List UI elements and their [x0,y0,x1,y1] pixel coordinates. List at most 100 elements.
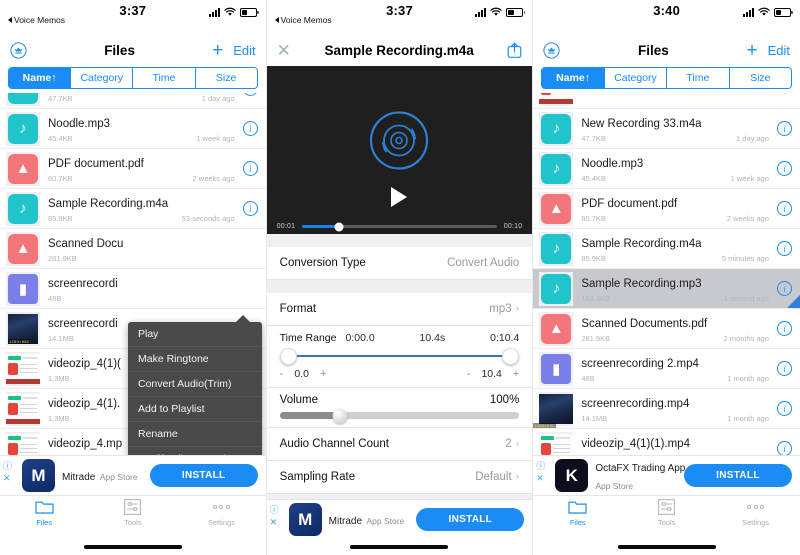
table-row[interactable]: ♪ Noodle.mp3 45.4KB 1 week ago i [533,149,800,189]
info-icon[interactable]: i [242,201,258,216]
share-icon[interactable] [507,42,522,58]
ad-banner[interactable]: ⓘ ✕ M Mitrade App Store INSTALL [0,455,266,495]
start-minus-button[interactable]: - [280,368,284,380]
menu-item-add-to-playlist[interactable]: Add to Playlist [128,397,262,422]
menu-item-make-ringtone[interactable]: Make Ringtone [128,347,262,372]
sort-tab-name[interactable]: Name↑ [9,68,72,88]
info-icon[interactable]: i [242,121,258,136]
play-button[interactable] [391,187,408,207]
info-icon[interactable]: i [242,93,258,96]
table-row-selected[interactable]: ♪ Sample Recording.mp3 163.3KB 1 second … [533,269,800,309]
status-back-app[interactable]: Voice Memos [274,15,332,25]
table-row[interactable]: videozip_4(1)(1).mp4 1.3MB 3 weeks ago i [533,429,800,455]
sort-tab-time[interactable]: Time [667,68,730,88]
sort-tab-size[interactable]: Size [729,68,791,88]
progress-knob[interactable] [334,222,344,231]
ad-info-icon[interactable]: ⓘ [536,462,545,471]
info-icon[interactable]: i [776,401,792,416]
table-row[interactable]: ▲ Scanned Docu 281.9KB [0,229,266,269]
table-row[interactable]: ♪ New Recording 33.m4a 47.7KB 1 day ago … [533,109,800,149]
info-icon[interactable]: i [776,241,792,256]
list-item-partial[interactable]: 24.6KB 1 week ago [533,93,800,109]
row-audio-channel-count[interactable]: Audio Channel Count 2 › [266,428,533,461]
row-conversion-type[interactable]: Conversion Type Convert Audio [266,247,533,280]
volume-knob[interactable] [332,408,348,423]
table-row[interactable]: ▮ screenrecordi 48B [0,269,266,309]
ad-controls[interactable]: ⓘ ✕ [3,462,12,483]
range-end-handle[interactable] [502,347,520,365]
info-icon[interactable]: i [776,161,792,176]
table-row[interactable]: 1280×982 screenrecording.mp4 14.1MB 1 mo… [533,389,800,429]
info-icon[interactable]: i [776,281,792,296]
menu-item-play[interactable]: Play [128,322,262,347]
tab-tools[interactable]: Tools [89,499,178,539]
sort-tab-name[interactable]: Name↑ [542,68,605,88]
install-button[interactable]: INSTALL [683,464,792,487]
time-range-slider[interactable] [279,345,520,367]
playback-scrubber[interactable]: 00:01 00:10 [267,222,533,231]
sort-tab-time[interactable]: Time [133,68,196,88]
status-back-app[interactable]: Voice Memos [8,15,65,25]
info-icon[interactable]: i [776,321,792,336]
end-plus-button[interactable]: + [513,368,519,380]
end-minus-button[interactable]: - [467,368,471,380]
info-icon[interactable]: i [776,361,792,376]
ad-close-icon[interactable]: ✕ [536,474,545,483]
battery-icon [239,7,259,17]
row-format[interactable]: Format mp3 › [266,293,533,326]
ad-controls[interactable]: ⓘ ✕ [270,506,279,527]
ad-info-icon[interactable]: ⓘ [270,506,279,515]
menu-item-modify-file-extension[interactable]: Modify File Extension [128,447,262,455]
end-stepper[interactable]: - 10.4 + [467,368,520,380]
menu-item-convert-audio-trim[interactable]: Convert Audio(Trim) [128,372,262,397]
crown-premium-icon[interactable] [10,41,27,59]
ad-close-icon[interactable]: ✕ [270,518,279,527]
info-icon[interactable]: i [776,441,792,455]
volume-slider[interactable] [279,408,520,423]
row-sampling-rate[interactable]: Sampling Rate Default › [266,461,533,494]
start-stepper[interactable]: - 0.0 + [280,368,327,380]
ad-info-icon[interactable]: ⓘ [3,462,12,471]
tab-files[interactable]: Files [533,499,622,539]
info-icon[interactable]: i [776,121,792,136]
progress-track[interactable] [302,222,497,231]
ad-controls[interactable]: ⓘ ✕ [536,462,545,483]
add-icon[interactable]: + [212,41,223,60]
file-list[interactable]: ♪ New Recording 33.m4a 47.7KB 1 day ago … [0,93,266,455]
menu-item-rename[interactable]: Rename [128,422,262,447]
crown-premium-icon[interactable] [543,41,560,59]
install-button[interactable]: INSTALL [416,508,525,531]
context-menu[interactable]: Play Make Ringtone Convert Audio(Trim) A… [128,315,262,455]
table-row[interactable]: ♪ Sample Recording.m4a 85.9KB 5 minutes … [533,229,800,269]
ad-banner[interactable]: ⓘ ✕ K OctaFX Trading App App Store INSTA… [533,455,800,495]
tab-files[interactable]: Files [0,499,89,539]
info-icon[interactable]: i [242,161,258,176]
file-list[interactable]: 24.6KB 1 week ago ♪ New Recording 33.m4a… [533,93,800,455]
install-button[interactable]: INSTALL [149,464,258,487]
start-plus-button[interactable]: + [320,368,326,380]
time-range-block[interactable]: Time Range 0:00.0 10.4s 0:10.4 - 0.0 + -… [266,326,533,388]
ad-banner[interactable]: ⓘ ✕ M Mitrade App Store INSTALL [266,499,533,539]
range-start-handle[interactable] [279,347,297,365]
media-player[interactable]: 00:01 00:10 [266,66,533,234]
sort-tab-category[interactable]: Category [604,68,668,88]
sort-tab-size[interactable]: Size [195,68,257,88]
table-row[interactable]: ♪ Sample Recording.m4a 85.9KB 53 seconds… [0,189,266,229]
sort-tab-category[interactable]: Category [71,68,134,88]
list-item-partial[interactable]: ♪ New Recording 33.m4a 47.7KB 1 day ago … [0,93,266,109]
ad-close-icon[interactable]: ✕ [3,474,12,483]
table-row[interactable]: ▲ PDF document.pdf 60.7KB 2 weeks ago i [533,189,800,229]
edit-button[interactable]: Edit [768,43,790,58]
info-icon[interactable]: i [776,201,792,216]
edit-button[interactable]: Edit [233,43,255,58]
close-icon[interactable]: ✕ [277,42,291,59]
table-row[interactable]: ▲ Scanned Documents.pdf 281.9KB 2 months… [533,309,800,349]
add-icon[interactable]: + [746,41,757,60]
volume-block[interactable]: Volume 100% [266,388,533,428]
tab-settings[interactable]: Settings [711,499,800,539]
table-row[interactable]: ♪ Noodle.mp3 45.4KB 1 week ago i [0,109,266,149]
tab-tools[interactable]: Tools [622,499,711,539]
tab-settings[interactable]: Settings [177,499,266,539]
table-row[interactable]: ▮ screenrecording 2.mp4 48B 1 month ago … [533,349,800,389]
table-row[interactable]: ▲ PDF document.pdf 60.7KB 2 weeks ago i [0,149,266,189]
